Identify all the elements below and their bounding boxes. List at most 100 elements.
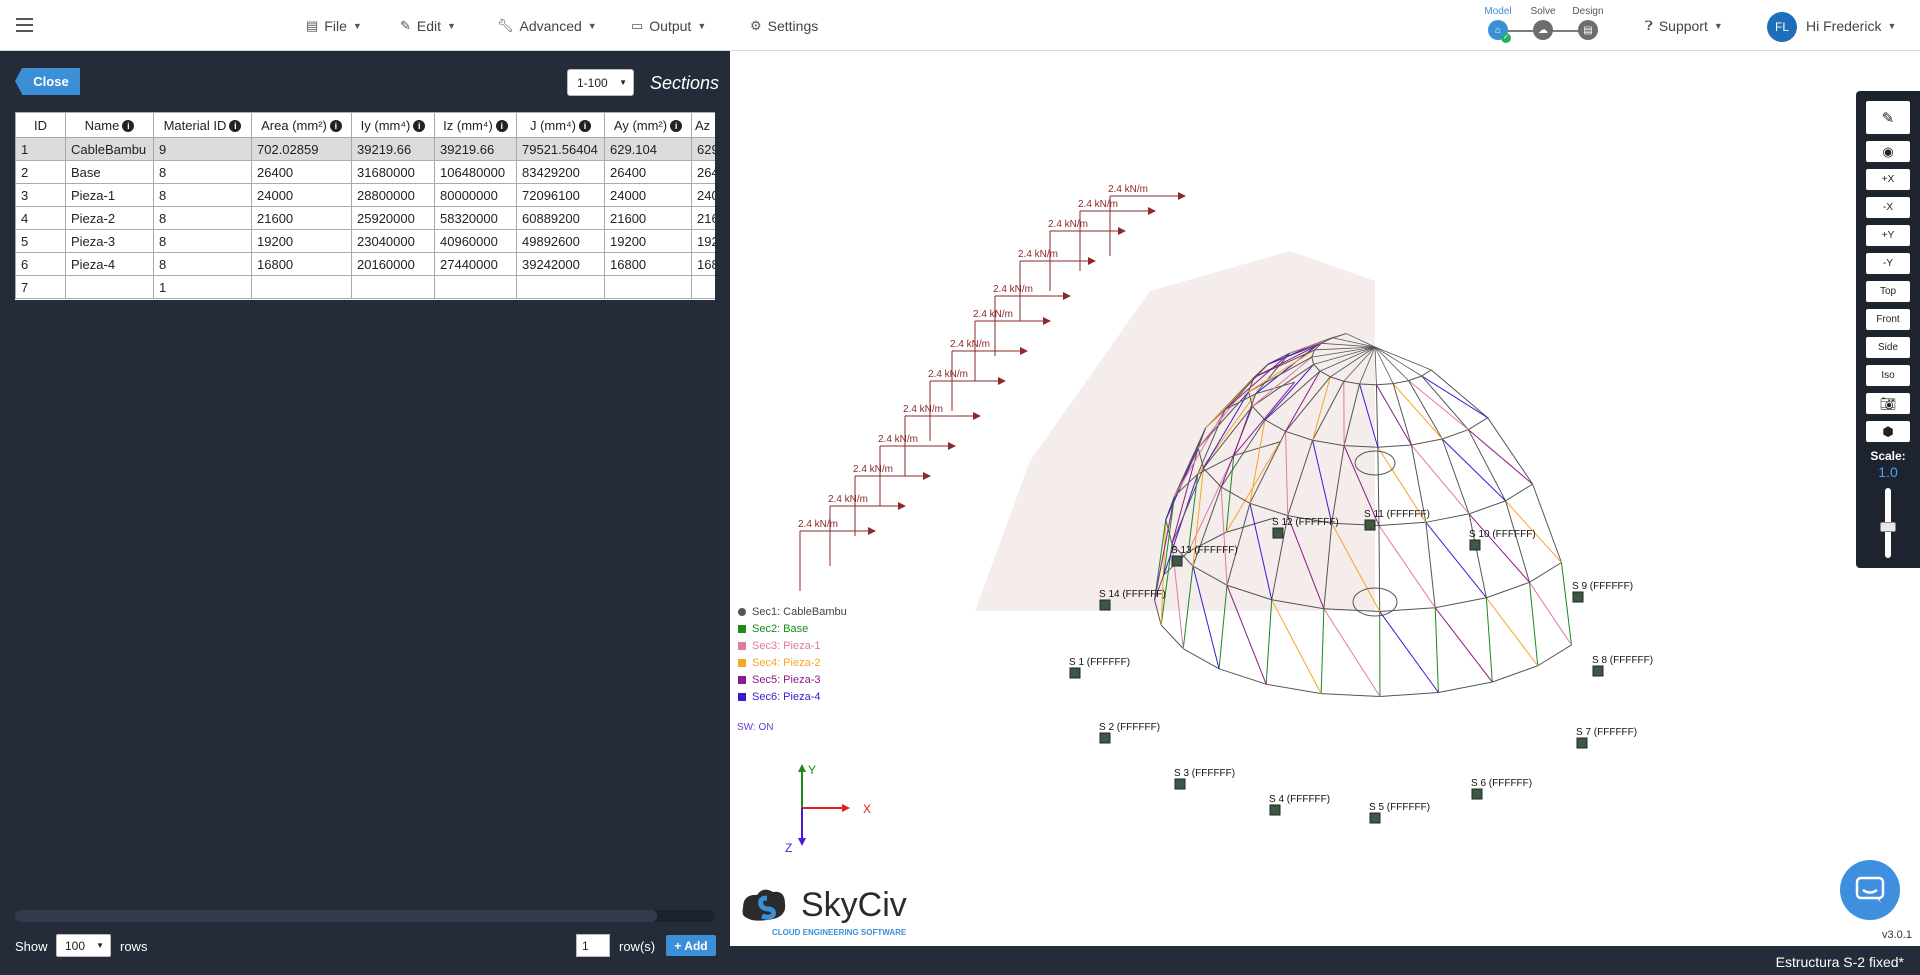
table-cell[interactable]: 2 [15,160,66,184]
table-cell[interactable]: 264 [691,160,715,184]
column-header[interactable]: Area (mm²) i [251,112,352,138]
table-cell[interactable]: 16800 [251,252,352,276]
table-cell[interactable]: 16800 [604,252,692,276]
table-cell[interactable]: 8 [153,206,252,230]
table-cell[interactable]: Pieza-1 [65,183,154,207]
table-cell[interactable]: 1 [15,137,66,161]
stage-model[interactable]: Model ⌂ ✓ [1478,6,1518,43]
table-cell[interactable]: 106480000 [434,160,517,184]
eye-icon[interactable]: ◉ [1866,141,1910,162]
table-row[interactable]: 4 Pieza-2 8 21600 25920000 58320000 60889200 21… [15,206,715,230]
table-cell[interactable]: 39219.66 [434,137,517,161]
table-cell[interactable]: 8 [153,229,252,253]
table-cell[interactable]: 20160000 [351,252,435,276]
table-cell[interactable]: 31680000 [351,160,435,184]
hamburger-menu-icon[interactable] [8,8,41,41]
table-cell[interactable]: 58320000 [434,206,517,230]
view-minus-y-button[interactable]: -Y [1866,253,1910,274]
table-cell[interactable]: 72096100 [516,183,605,207]
table-cell[interactable]: 19200 [604,229,692,253]
info-icon[interactable]: i [495,120,508,133]
table-row[interactable]: 6 Pieza-4 8 16800 20160000 27440000 39242000 16… [15,252,715,276]
info-icon[interactable]: i [329,120,342,133]
output-menu[interactable]: ▭ Output ▼ [631,16,706,36]
table-cell[interactable]: 21600 [604,206,692,230]
table-cell[interactable]: 702.02859 [251,137,352,161]
range-select[interactable]: 1-100 ▼ [567,69,634,96]
column-header[interactable]: J (mm⁴) i [516,112,605,138]
add-row-button[interactable]: + Add [666,935,716,956]
view-front-button[interactable]: Front [1866,309,1910,330]
cube-icon[interactable]: ⬢ [1866,421,1910,442]
table-cell[interactable]: 4 [15,206,66,230]
table-cell[interactable]: CableBambu [65,137,154,161]
table-cell[interactable]: 8 [153,252,252,276]
info-icon[interactable]: i [670,120,683,133]
view-iso-button[interactable]: Iso [1866,365,1910,386]
table-cell[interactable] [251,275,352,299]
table-cell[interactable]: 6 [15,252,66,276]
scale-slider-handle[interactable] [1880,522,1896,532]
stage-design[interactable]: Design ▤ [1568,6,1608,40]
info-icon[interactable]: i [579,120,591,133]
table-cell[interactable]: 21600 [251,206,352,230]
table-cell[interactable]: 192 [691,229,715,253]
table-cell[interactable]: 168 [691,252,715,276]
table-cell[interactable]: 26400 [251,160,352,184]
table-cell[interactable]: 19200 [251,229,352,253]
column-header[interactable]: Iz (mm⁴) i [434,112,517,138]
horizontal-scrollbar[interactable] [15,910,715,922]
model-viewport[interactable]: 2.4 kN/m 2.4 kN/m 2.4 kN/m 2.4 kN/m 2.4 kN/m… [730,51,1920,946]
table-cell[interactable] [351,275,435,299]
view-minus-x-button[interactable]: -X [1866,197,1910,218]
column-header[interactable]: Az [691,112,715,138]
table-cell[interactable]: 240 [691,183,715,207]
settings-menu[interactable]: ⚙ Settings [750,16,818,36]
table-row[interactable]: 71 [15,275,715,299]
pencil-icon[interactable]: ✎ [1866,101,1910,134]
column-header[interactable]: Ay (mm²) i [604,112,692,138]
table-cell[interactable]: Pieza-4 [65,252,154,276]
table-cell[interactable]: 8 [153,183,252,207]
column-header[interactable]: Name i [65,112,154,138]
view-top-button[interactable]: Top [1866,281,1910,302]
close-button[interactable]: Close [15,68,80,95]
rows-per-page-select[interactable]: 100 ▼ [56,934,111,957]
info-icon[interactable]: i [229,120,242,133]
edit-menu[interactable]: ✎ Edit ▼ [400,16,456,36]
column-header[interactable]: Material ID i [153,112,252,138]
table-cell[interactable]: 28800000 [351,183,435,207]
file-menu[interactable]: ▤ File ▼ [306,16,362,36]
stage-solve[interactable]: Solve ☁ [1523,6,1563,40]
view-side-button[interactable]: Side [1866,337,1910,358]
table-cell[interactable]: 83429200 [516,160,605,184]
table-cell[interactable]: 40960000 [434,229,517,253]
chat-icon[interactable] [1840,860,1900,920]
column-header[interactable]: ID [15,112,66,138]
table-cell[interactable]: Pieza-3 [65,229,154,253]
column-header[interactable]: Iy (mm⁴) i [351,112,435,138]
table-cell[interactable]: 25920000 [351,206,435,230]
table-cell[interactable] [604,275,692,299]
table-row[interactable]: 3 Pieza-1 8 24000 28800000 80000000 72096100 24… [15,183,715,207]
support-menu[interactable]: ❓︎ Support ▼ [1645,16,1723,36]
advanced-menu[interactable]: 🔧︎ Advanced ▼ [497,16,597,36]
user-menu[interactable]: Hi Frederick ▼ [1806,16,1896,36]
table-cell[interactable]: 39219.66 [351,137,435,161]
table-cell[interactable]: Pieza-2 [65,206,154,230]
table-cell[interactable]: 39242000 [516,252,605,276]
structure-3d-view[interactable]: 2.4 kN/m 2.4 kN/m 2.4 kN/m 2.4 kN/m 2.4 kN/m… [730,51,1920,946]
table-cell[interactable]: 79521.56404 [516,137,605,161]
table-cell[interactable]: 5 [15,229,66,253]
table-cell[interactable]: 23040000 [351,229,435,253]
table-cell[interactable]: 24000 [604,183,692,207]
table-cell[interactable]: 216 [691,206,715,230]
table-cell[interactable]: 7 [15,275,66,299]
table-row[interactable]: 2 Base 8 26400 31680000 106480000 83429200 2640… [15,160,715,184]
table-cell[interactable]: 49892600 [516,229,605,253]
add-rows-count-input[interactable]: 1 [576,934,610,957]
table-cell[interactable] [691,275,715,299]
avatar[interactable]: FL [1767,12,1797,42]
table-cell[interactable] [65,275,154,299]
camera-icon[interactable]: 📷︎ [1866,393,1910,414]
